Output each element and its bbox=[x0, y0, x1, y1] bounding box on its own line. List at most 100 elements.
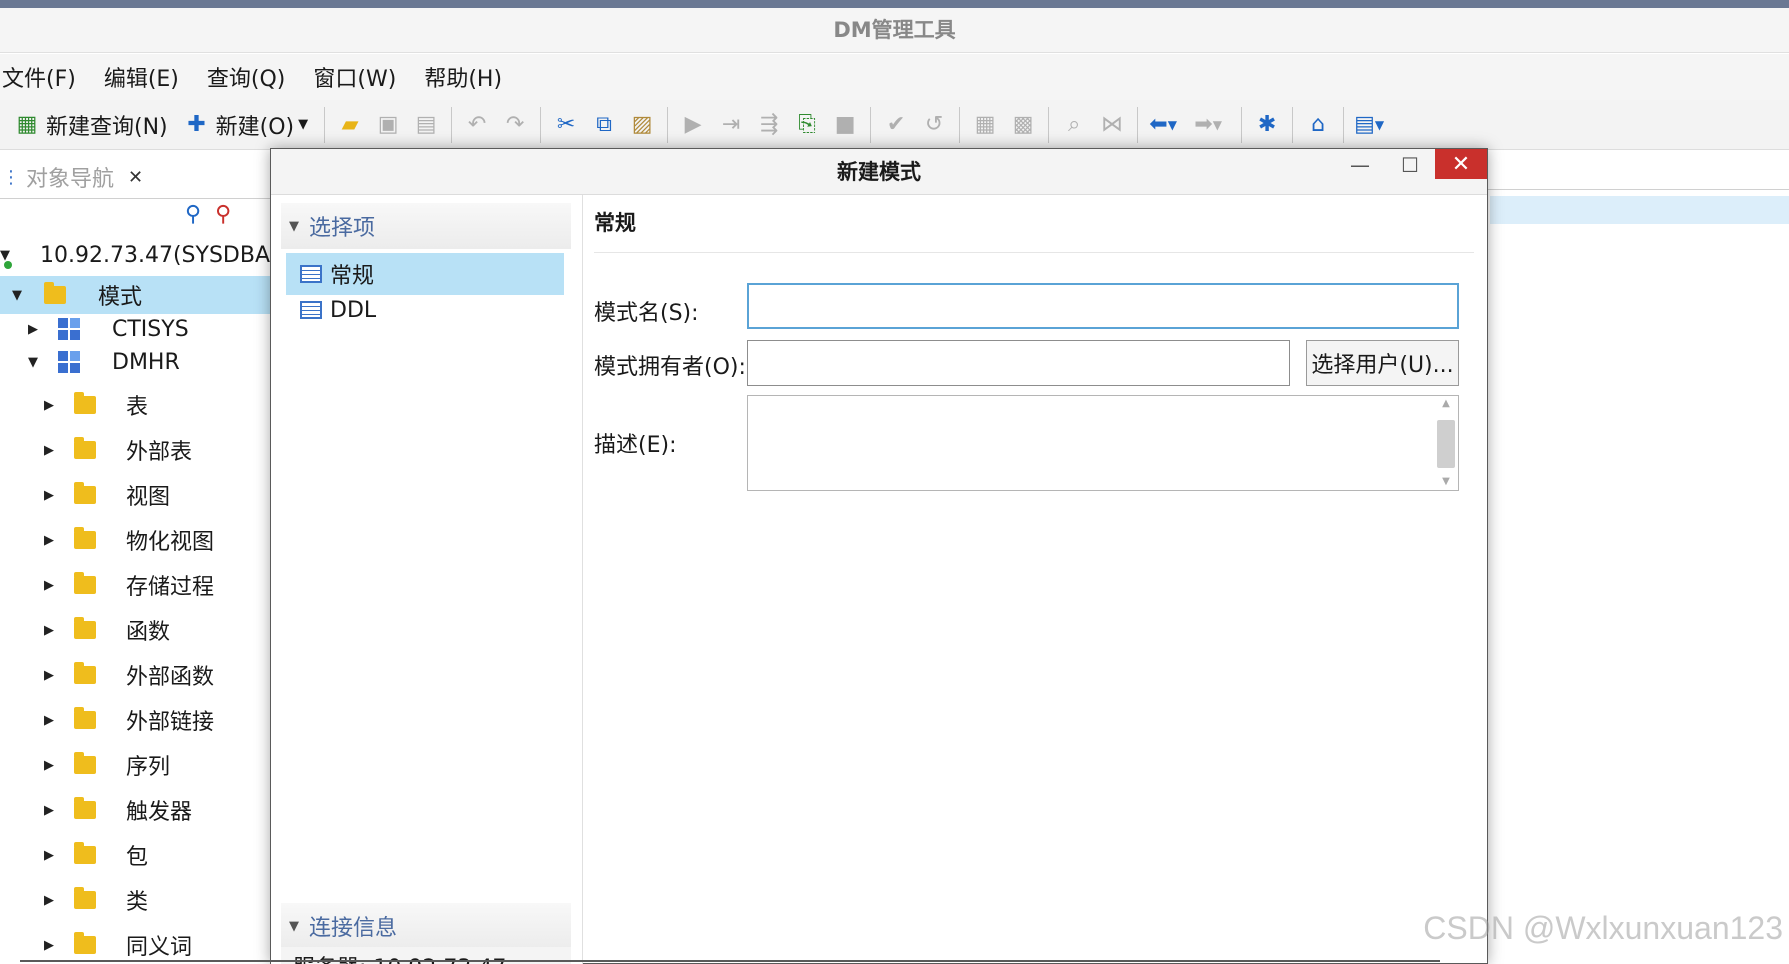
object-navigator-tab[interactable]: ⋮ 对象导航 ✕ bbox=[0, 156, 185, 198]
description-textarea[interactable]: ▲ ▼ bbox=[747, 395, 1459, 491]
folder-icon bbox=[74, 527, 96, 549]
tree-folder-item[interactable]: ▶ 视图 bbox=[0, 476, 272, 514]
plan-icon[interactable]: ▩ bbox=[1009, 111, 1037, 139]
tree-folder-item[interactable]: ▶ 类 bbox=[0, 881, 272, 919]
expand-arrow-icon[interactable]: ▶ bbox=[42, 758, 56, 773]
cut-icon[interactable]: ✂ bbox=[552, 111, 580, 139]
menu-edit[interactable]: 编辑(E) bbox=[102, 61, 193, 93]
find-icon[interactable]: ⌕ bbox=[1060, 111, 1088, 139]
expand-arrow-icon[interactable]: ▶ bbox=[42, 443, 56, 458]
tree-folder-item[interactable]: ▶ 触发器 bbox=[0, 791, 272, 829]
menu-help[interactable]: 帮助(H) bbox=[422, 61, 516, 93]
tree-schema-dmhr[interactable]: ▼ DMHR bbox=[0, 343, 272, 381]
connect-icon[interactable]: ⚲ bbox=[185, 202, 201, 227]
expand-arrow-icon[interactable]: ▶ bbox=[42, 713, 56, 728]
close-button[interactable]: ✕ bbox=[1435, 149, 1487, 179]
expand-arrow-icon[interactable]: ▶ bbox=[42, 848, 56, 863]
select-user-button[interactable]: 选择用户(U)... bbox=[1306, 340, 1459, 386]
expand-arrow-icon[interactable]: ▶ bbox=[42, 623, 56, 638]
maximize-button[interactable]: ☐ bbox=[1385, 149, 1435, 181]
minimize-icon: — bbox=[1350, 153, 1370, 177]
options-section-header[interactable]: ▼ 选择项 bbox=[281, 203, 571, 249]
folder-label: 外部函数 bbox=[126, 665, 215, 690]
run-icon[interactable]: ▶ bbox=[679, 111, 707, 139]
tree-folder-item[interactable]: ▶ 序列 bbox=[0, 746, 272, 784]
expand-arrow-icon[interactable]: ▶ bbox=[42, 488, 56, 503]
expand-arrow-icon[interactable]: ▶ bbox=[42, 893, 56, 908]
tree-folder-item[interactable]: ▶ 同义词 bbox=[0, 926, 272, 964]
close-icon[interactable]: ✕ bbox=[128, 167, 143, 188]
home-icon[interactable]: ⌂ bbox=[1304, 111, 1332, 139]
save-icon[interactable]: ▣ bbox=[374, 111, 402, 139]
collapse-arrow-icon[interactable]: ▼ bbox=[10, 288, 24, 303]
schema-owner-input[interactable] bbox=[747, 340, 1290, 386]
paste-icon[interactable]: ▨ bbox=[628, 111, 656, 139]
tree-folder-item[interactable]: ▶ 函数 bbox=[0, 611, 272, 649]
run-script-icon[interactable]: ⇶ bbox=[755, 111, 783, 139]
dialog-title: 新建模式 bbox=[271, 149, 1487, 195]
schema-name-input[interactable] bbox=[747, 283, 1459, 329]
maximize-icon: ☐ bbox=[1401, 153, 1419, 177]
tree-folder-item[interactable]: ▶ 表 bbox=[0, 386, 272, 424]
undo-icon[interactable]: ↶ bbox=[463, 111, 491, 139]
collapse-arrow-icon[interactable]: ▼ bbox=[26, 355, 40, 370]
expand-arrow-icon[interactable]: ▶ bbox=[42, 803, 56, 818]
expand-arrow-icon[interactable]: ▶ bbox=[42, 398, 56, 413]
expand-arrow-icon[interactable]: ▶ bbox=[42, 578, 56, 593]
open-folder-icon[interactable]: ▰ bbox=[336, 111, 364, 139]
new-query-button[interactable]: ▦ 新建查询(N) bbox=[8, 109, 168, 141]
tree-schema-folder[interactable]: ▼ 模式 bbox=[0, 276, 272, 314]
tree-folder-item[interactable]: ▶ 外部链接 bbox=[0, 701, 272, 739]
app-title: DM管理工具 bbox=[0, 8, 1789, 53]
plus-icon: ✚ bbox=[187, 112, 206, 137]
watermark: CSDN @Wxlxunxuan123 bbox=[1423, 910, 1783, 946]
folder-icon bbox=[74, 392, 96, 414]
option-ddl[interactable]: DDL bbox=[286, 289, 564, 331]
tree-folder-item[interactable]: ▶ 外部表 bbox=[0, 431, 272, 469]
run-selection-icon[interactable]: ⇥ bbox=[717, 111, 745, 139]
scroll-thumb[interactable] bbox=[1437, 420, 1455, 468]
export-icon[interactable]: ⎘ bbox=[793, 111, 821, 139]
dialog-general-pane: 常规 模式名(S): 模式拥有者(O): 选择用户(U)... 描述(E): ▲… bbox=[584, 195, 1487, 964]
menu-file[interactable]: 文件(F) bbox=[0, 61, 90, 93]
tree-folder-item[interactable]: ▶ 包 bbox=[0, 836, 272, 874]
toolbar-separator bbox=[1292, 106, 1294, 143]
merge-icon[interactable]: ⋈ bbox=[1098, 111, 1126, 139]
save-all-icon[interactable]: ▤ bbox=[412, 111, 440, 139]
tree-folder-item[interactable]: ▶ 物化视图 bbox=[0, 521, 272, 559]
option-label: 常规 bbox=[330, 264, 375, 289]
folder-icon bbox=[74, 617, 96, 639]
menu-window[interactable]: 窗口(W) bbox=[311, 61, 410, 93]
new-button[interactable]: ✚ 新建(O) ▼ bbox=[178, 109, 308, 141]
chevron-down-icon: ▼ bbox=[298, 117, 309, 132]
redo-icon[interactable]: ↷ bbox=[501, 111, 529, 139]
layout-icon[interactable]: ▤ ▼ bbox=[1354, 111, 1384, 139]
tree-server[interactable]: ▼ 10.92.73.47(SYSDBA) bbox=[0, 236, 272, 274]
toolbar-separator bbox=[324, 106, 326, 143]
commit-icon[interactable]: ✔ bbox=[882, 111, 910, 139]
connection-section-header[interactable]: ▼ 连接信息 bbox=[281, 903, 571, 949]
scroll-up-icon[interactable]: ▲ bbox=[1436, 398, 1456, 412]
back-arrow-icon[interactable]: ⬅ ▼ bbox=[1149, 111, 1177, 139]
description-scrollbar[interactable]: ▲ ▼ bbox=[1436, 398, 1456, 490]
expand-arrow-icon[interactable]: ▶ bbox=[42, 668, 56, 683]
minimize-button[interactable]: — bbox=[1335, 149, 1385, 181]
tree-folder-item[interactable]: ▶ 存储过程 bbox=[0, 566, 272, 604]
rollback-icon[interactable]: ↺ bbox=[920, 111, 948, 139]
expand-arrow-icon[interactable]: ▶ bbox=[26, 322, 40, 337]
forward-arrow-icon[interactable]: ➡ ▼ bbox=[1194, 111, 1222, 139]
explain-icon[interactable]: ▦ bbox=[971, 111, 999, 139]
expand-arrow-icon[interactable]: ▶ bbox=[42, 938, 56, 953]
folder-icon bbox=[74, 842, 96, 864]
expand-arrow-icon[interactable]: ▶ bbox=[42, 533, 56, 548]
disconnect-icon[interactable]: ⚲ bbox=[215, 202, 231, 227]
pane-title: 常规 bbox=[594, 211, 636, 235]
menu-query[interactable]: 查询(Q) bbox=[205, 61, 299, 93]
tree-folder-item[interactable]: ▶ 外部函数 bbox=[0, 656, 272, 694]
debug-bug-icon[interactable]: ✱ bbox=[1253, 111, 1281, 139]
scroll-down-icon[interactable]: ▼ bbox=[1436, 476, 1456, 490]
window-top-strip bbox=[0, 0, 1789, 8]
stop-icon[interactable]: ■ bbox=[831, 111, 859, 139]
object-navigator-panel: ⋮ 对象导航 ✕ ⚲ ⚲ ▼ 10.92.73.47(SYSDBA) ▼ 模式 … bbox=[0, 150, 272, 964]
copy-icon[interactable]: ⧉ bbox=[590, 111, 618, 139]
